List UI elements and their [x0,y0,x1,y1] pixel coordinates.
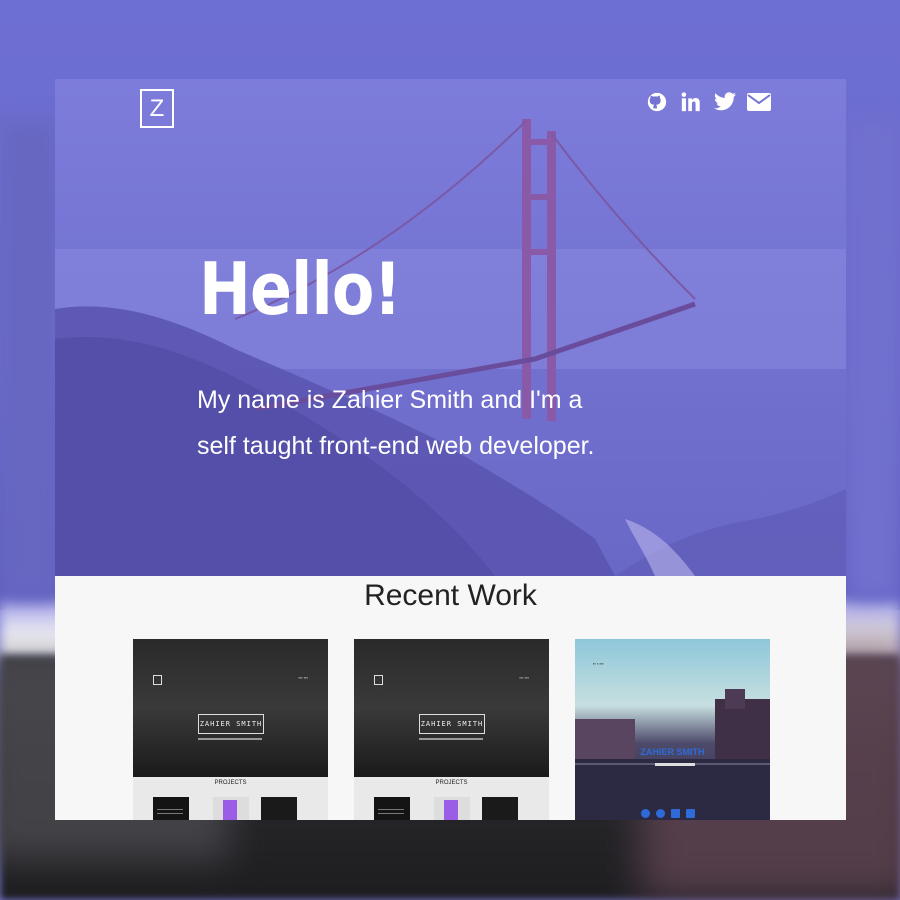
github-icon [641,809,650,818]
bridge-background-image [55,119,846,576]
twitter-icon[interactable] [712,89,738,115]
project-banner-text: ZAHIER SMITH [640,747,705,757]
twitter-icon [656,809,665,818]
hero-title: Hello! [199,247,402,331]
project-section-label: PROJECTS [435,780,468,786]
linkedin-icon [671,809,680,818]
project-section-label: PROJECTS [214,780,247,786]
project-thumbnail[interactable]: ▪▪▪ ▪▪▪ ZAHIER SMITH PROJECTS [133,639,328,820]
harbor-image [575,689,770,820]
hero-intro: My name is Zahier Smith and I'm a self t… [197,386,595,460]
project-banner-text: ZAHIER SMITH [198,714,264,734]
github-icon[interactable] [644,89,670,115]
envelope-icon [686,809,695,818]
project-social-icons [641,809,705,818]
project-thumbnail[interactable]: ▪▪▪ ▪▪▪ ZAHIER SMITH PROJECTS [354,639,549,820]
portfolio-page: Z Hello! My name is Zahier Smith and I'm… [55,79,846,820]
hero-section: Z Hello! My name is Zahier Smith and I'm… [55,79,846,576]
project-thumbnail[interactable]: ▪▪ ▪ ▪▪▪ ZAHIER SMITH [575,639,770,820]
project-banner-text: ZAHIER SMITH [419,714,485,734]
social-links [644,89,772,115]
envelope-icon[interactable] [746,89,772,115]
site-logo[interactable]: Z [140,89,174,128]
recent-work-heading: Recent Work [364,579,537,612]
linkedin-icon[interactable] [678,89,704,115]
